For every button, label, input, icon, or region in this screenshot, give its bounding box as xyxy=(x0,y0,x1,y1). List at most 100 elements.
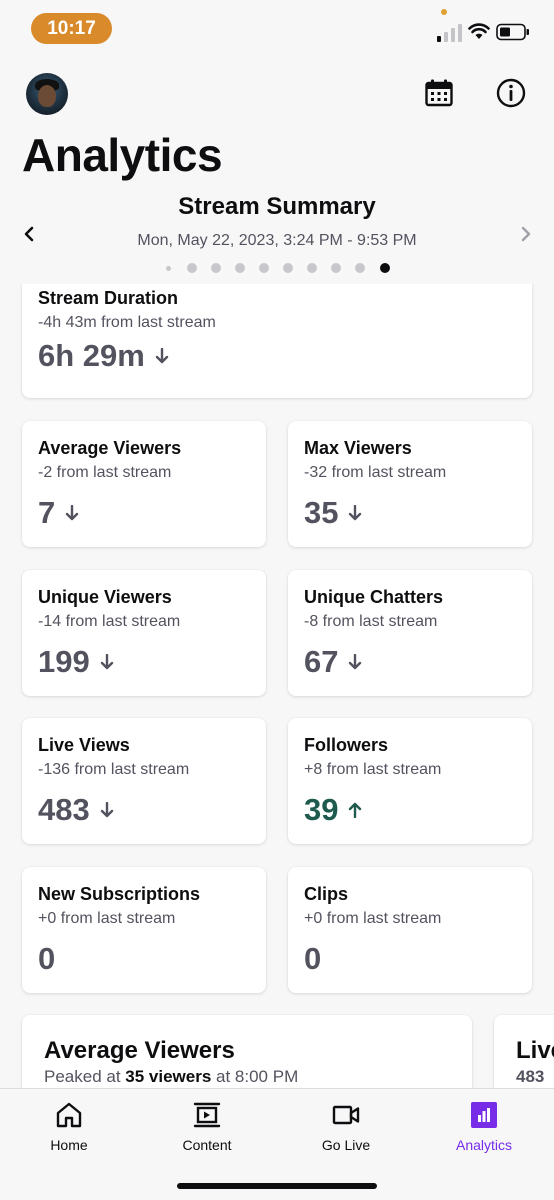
stat-card-clips[interactable]: Clips +0 from last stream 0 xyxy=(288,867,532,993)
stat-label: Unique Chatters xyxy=(304,587,444,607)
stat-card-new-subscriptions[interactable]: New Subscriptions +0 from last stream 0 xyxy=(22,867,266,993)
arrow-up-icon xyxy=(349,802,362,818)
chart-card-average-viewers[interactable]: Average Viewers Peaked at 35 viewers at … xyxy=(22,1015,472,1088)
stat-value-text: 0 xyxy=(304,941,322,976)
arrow-down-icon xyxy=(66,505,79,521)
arrow-down-icon xyxy=(100,802,113,818)
page-dot[interactable] xyxy=(283,263,293,273)
tab-label: Content xyxy=(182,1137,232,1153)
battery-icon xyxy=(496,23,529,41)
calendar-icon[interactable] xyxy=(424,78,454,108)
tab-content[interactable]: Content xyxy=(138,1101,276,1161)
stat-label: Stream Duration xyxy=(38,288,179,308)
tab-analytics[interactable]: Analytics xyxy=(415,1101,553,1161)
privacy-indicator-dot xyxy=(441,9,447,15)
arrow-down-icon xyxy=(349,505,362,521)
chart-card-subtitle-prefix: Peaked at xyxy=(44,1067,126,1086)
video-camera-icon xyxy=(332,1105,360,1125)
chart-card-live-views[interactable]: Live 483 xyxy=(494,1015,554,1088)
stat-delta: -32 from last stream xyxy=(304,464,447,481)
info-icon[interactable] xyxy=(496,78,526,108)
stat-value: 199 xyxy=(38,644,114,680)
summary-title: Stream Summary xyxy=(178,193,376,220)
chart-card-title: Live xyxy=(516,1037,554,1064)
status-time: 10:17 xyxy=(31,13,112,44)
tab-home[interactable]: Home xyxy=(0,1101,138,1161)
stat-delta: +8 from last stream xyxy=(304,761,442,778)
stat-value: 35 xyxy=(304,495,362,531)
stat-card-max-viewers[interactable]: Max Viewers -32 from last stream 35 xyxy=(288,421,532,547)
chart-card-title: Average Viewers xyxy=(44,1037,235,1064)
status-bar: 10:17 xyxy=(0,0,554,56)
stat-value-text: 39 xyxy=(304,792,339,827)
film-icon xyxy=(193,1102,221,1128)
stat-value-text: 6h 29m xyxy=(38,338,145,373)
arrow-down-icon xyxy=(155,348,169,364)
avatar[interactable] xyxy=(26,73,68,115)
analytics-icon xyxy=(471,1102,497,1128)
chart-card-subtitle: Peaked at 35 viewers at 8:00 PM xyxy=(44,1067,298,1087)
stat-value: 67 xyxy=(304,644,362,680)
stat-value-text: 7 xyxy=(38,495,56,530)
stat-label: Average Viewers xyxy=(38,438,182,458)
page-dot[interactable] xyxy=(307,263,317,273)
stat-value: 6h 29m xyxy=(38,338,169,374)
stat-value-text: 0 xyxy=(38,941,56,976)
chart-card-subtitle-value: 483 xyxy=(516,1067,545,1086)
chart-card-subtitle: 483 xyxy=(516,1067,544,1087)
stat-label: Followers xyxy=(304,735,389,755)
summary-date-range: Mon, May 22, 2023, 3:24 PM - 9:53 PM xyxy=(137,232,417,249)
tab-label: Go Live xyxy=(321,1137,371,1153)
page-dot[interactable] xyxy=(331,263,341,273)
home-indicator[interactable] xyxy=(177,1183,377,1189)
stat-label: Unique Viewers xyxy=(38,587,172,607)
stat-value: 0 xyxy=(38,941,55,977)
stat-delta: -2 from last stream xyxy=(38,464,172,481)
page-dot-active[interactable] xyxy=(380,263,390,273)
stat-value-text: 199 xyxy=(38,644,90,679)
stat-delta: -136 from last stream xyxy=(38,761,190,778)
page-indicator[interactable] xyxy=(0,262,554,274)
home-icon xyxy=(56,1102,82,1128)
tab-label: Home xyxy=(50,1137,88,1153)
chevron-right-icon[interactable] xyxy=(517,225,535,243)
stat-card-followers[interactable]: Followers +8 from last stream 39 xyxy=(288,718,532,844)
stat-delta: +0 from last stream xyxy=(38,910,176,927)
arrow-down-icon xyxy=(100,654,113,670)
tab-go-live[interactable]: Go Live xyxy=(277,1101,415,1161)
stat-card-live-views[interactable]: Live Views -136 from last stream 483 xyxy=(22,718,266,844)
page-title: Analytics xyxy=(22,129,223,181)
page-dot[interactable] xyxy=(355,263,365,273)
stat-label: Live Views xyxy=(38,735,130,755)
stats-scroll-area[interactable]: Stream Duration -4h 43m from last stream… xyxy=(0,284,554,1088)
page-dot[interactable] xyxy=(259,263,269,273)
chart-card-subtitle-peak: 35 viewers xyxy=(125,1067,212,1086)
page-dot[interactable] xyxy=(187,263,197,273)
stat-value-text: 67 xyxy=(304,644,339,679)
stat-card-stream-duration[interactable]: Stream Duration -4h 43m from last stream… xyxy=(22,284,532,398)
stat-value: 0 xyxy=(304,941,321,977)
stat-value: 7 xyxy=(38,495,79,531)
stat-card-unique-chatters[interactable]: Unique Chatters -8 from last stream 67 xyxy=(288,570,532,696)
stat-label: Clips xyxy=(304,884,349,904)
page-dot[interactable] xyxy=(211,263,221,273)
stat-card-unique-viewers[interactable]: Unique Viewers -14 from last stream 199 xyxy=(22,570,266,696)
stat-delta: +0 from last stream xyxy=(304,910,442,927)
stat-value-text: 483 xyxy=(38,792,90,827)
stat-value-text: 35 xyxy=(304,495,339,530)
cellular-signal-icon xyxy=(437,24,462,42)
chart-card-subtitle-suffix: at 8:00 PM xyxy=(211,1067,299,1086)
page-dot[interactable] xyxy=(166,266,171,271)
stat-value: 39 xyxy=(304,792,362,828)
tab-label: Analytics xyxy=(455,1137,513,1153)
wifi-icon xyxy=(468,23,490,39)
stat-label: Max Viewers xyxy=(304,438,412,458)
stat-card-average-viewers[interactable]: Average Viewers -2 from last stream 7 xyxy=(22,421,266,547)
stat-delta: -4h 43m from last stream xyxy=(38,314,216,331)
arrow-down-icon xyxy=(349,654,362,670)
stat-value: 483 xyxy=(38,792,114,828)
stat-label: New Subscriptions xyxy=(38,884,201,904)
stat-delta: -8 from last stream xyxy=(304,613,438,630)
page-dot[interactable] xyxy=(235,263,245,273)
stat-delta: -14 from last stream xyxy=(38,613,181,630)
